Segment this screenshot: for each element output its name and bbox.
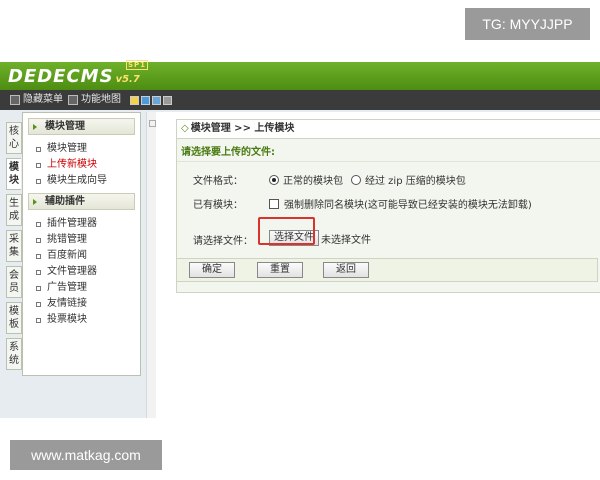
- menu-item-error-manage[interactable]: 挑错管理: [23, 232, 140, 248]
- menu-item-baidu-news[interactable]: 百度新闻: [23, 248, 140, 264]
- hide-menu-button[interactable]: 隐藏菜单: [10, 93, 63, 107]
- menu-group-module-manage[interactable]: 模块管理: [28, 118, 135, 135]
- splitter-grip-icon: [149, 120, 156, 127]
- tab-core[interactable]: 核心: [6, 122, 22, 154]
- bullet-icon: [36, 269, 41, 275]
- sitemap-icon: [68, 95, 78, 105]
- format-option-zip-label: 经过 zip 压缩的模块包: [365, 176, 466, 187]
- bullet-icon: [36, 237, 41, 243]
- breadcrumb-text[interactable]: 模块管理 >> 上传模块: [191, 123, 295, 134]
- sitemap-button[interactable]: 功能地图: [68, 93, 121, 107]
- format-options: 正常的模块包 经过 zip 压缩的模块包: [269, 172, 466, 187]
- side-menu: 模块管理 模块管理 上传新模块 模块生成向导 辅助插件 插件管理器 挑错管理 百…: [22, 112, 141, 376]
- bullet-icon: [36, 178, 41, 184]
- arrow-icon: [33, 123, 37, 130]
- exists-label: 已有模块：: [193, 200, 243, 211]
- hide-menu-icon: [10, 95, 20, 105]
- logo-text: DEDECMS: [8, 66, 114, 87]
- action-bar: 确定 重置 返回: [176, 258, 598, 282]
- breadcrumb: ◇ 模块管理 >> 上传模块: [177, 120, 600, 139]
- menu-item-module-wizard[interactable]: 模块生成向导: [23, 173, 140, 189]
- tab-collect[interactable]: 采集: [6, 230, 22, 262]
- tab-generate[interactable]: 生成: [6, 194, 22, 226]
- watermark-top: TG: MYYJJPP: [465, 8, 590, 40]
- format-radio-zip[interactable]: [351, 174, 361, 185]
- sitemap-label: 功能地图: [81, 94, 121, 105]
- logo-version: v5.7: [115, 74, 140, 85]
- exists-options: 强制删除同名模块(这可能导致已经安装的模块无法卸载): [269, 196, 532, 211]
- vertical-tabs: 核心 模块 生成 采集 会员 模板 系统: [6, 122, 22, 374]
- diamond-icon: ◇: [181, 123, 189, 134]
- menu-item-module-manage[interactable]: 模块管理: [23, 141, 140, 157]
- theme-swatch-lightblue[interactable]: [152, 96, 161, 105]
- bullet-icon: [36, 301, 41, 307]
- ok-button[interactable]: 确定: [189, 262, 235, 278]
- menu-item-file-manager[interactable]: 文件管理器: [23, 264, 140, 280]
- menu-group-title: 模块管理: [45, 121, 85, 132]
- menu-item-vote-module[interactable]: 投票模块: [23, 312, 140, 328]
- bullet-icon: [36, 317, 41, 323]
- force-delete-checkbox[interactable]: [269, 198, 279, 209]
- top-toolbar: 隐藏菜单 功能地图: [0, 90, 600, 110]
- arrow-icon: [33, 198, 37, 205]
- tab-template[interactable]: 模板: [6, 302, 22, 334]
- theme-swatch-yellow[interactable]: [130, 96, 139, 105]
- reset-button[interactable]: 重置: [257, 262, 303, 278]
- theme-swatch-blue[interactable]: [141, 96, 150, 105]
- tab-module[interactable]: 模块: [6, 158, 21, 190]
- file-label: 请选择文件：: [193, 236, 253, 247]
- menu-item-plugin-manager[interactable]: 插件管理器: [23, 216, 140, 232]
- bullet-icon: [36, 285, 41, 291]
- logo-badge: SP1: [126, 60, 149, 70]
- file-status: 未选择文件: [321, 234, 371, 246]
- menu-item-upload-module[interactable]: 上传新模块: [23, 157, 140, 173]
- menu-group-plugins[interactable]: 辅助插件: [28, 193, 135, 210]
- bullet-icon: [36, 221, 41, 227]
- tab-member[interactable]: 会员: [6, 266, 22, 298]
- format-option-normal-label: 正常的模块包: [283, 176, 343, 187]
- highlight-box: [258, 217, 315, 245]
- hide-menu-label: 隐藏菜单: [23, 94, 63, 105]
- bullet-icon: [36, 162, 41, 168]
- back-button[interactable]: 返回: [323, 262, 369, 278]
- bullet-icon: [36, 253, 41, 259]
- dedecms-logo: DEDECMS v5.7 SP1: [8, 60, 149, 87]
- menu-item-ad-manage[interactable]: 广告管理: [23, 280, 140, 296]
- section-title: 请选择要上传的文件:: [177, 145, 600, 162]
- force-delete-label: 强制删除同名模块(这可能导致已经安装的模块无法卸载): [284, 200, 532, 211]
- tab-system[interactable]: 系统: [6, 338, 22, 370]
- format-label: 文件格式：: [193, 176, 243, 187]
- theme-swatch-gray[interactable]: [163, 96, 172, 105]
- theme-swatches: [130, 96, 172, 105]
- menu-group-title: 辅助插件: [45, 196, 85, 207]
- menu-item-friend-links[interactable]: 友情链接: [23, 296, 140, 312]
- format-radio-normal[interactable]: [269, 174, 279, 185]
- app-header: DEDECMS v5.7 SP1: [0, 60, 600, 90]
- bullet-icon: [36, 146, 41, 152]
- watermark-bottom: www.matkag.com: [10, 440, 162, 470]
